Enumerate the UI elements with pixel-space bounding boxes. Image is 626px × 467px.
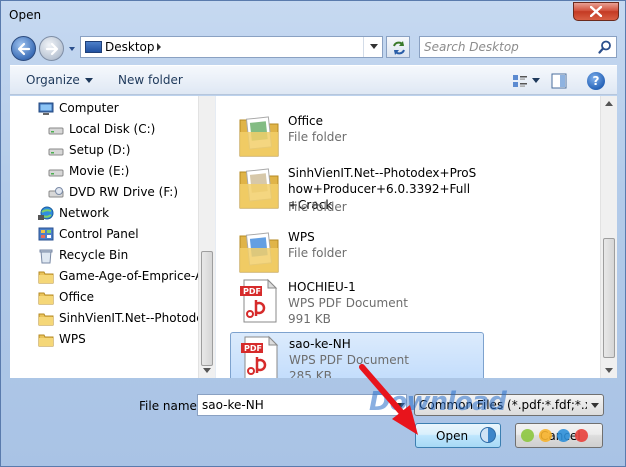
- folder-icon: [38, 311, 54, 327]
- file-name-input[interactable]: [197, 394, 407, 416]
- refresh-icon: [393, 41, 405, 55]
- window-title: Open: [9, 8, 42, 22]
- file-type: File folder: [288, 246, 347, 260]
- forward-arrow-icon: [45, 42, 59, 56]
- nav-item-label: Office: [59, 290, 95, 304]
- folder-icon: [38, 290, 54, 306]
- nav-item-label: Local Disk (C:): [69, 122, 156, 136]
- nav-item-label: Recycle Bin: [59, 248, 129, 262]
- file-list-item[interactable]: PDF sao-ke-NH WPS PDF Document 285 KB: [230, 332, 484, 378]
- network-icon: [38, 206, 54, 222]
- file-list-scrollbar[interactable]: [600, 96, 617, 378]
- navigation-pane-scrollbar[interactable]: [198, 96, 215, 378]
- back-button[interactable]: [11, 36, 36, 61]
- change-view-icon[interactable]: [512, 73, 528, 89]
- dvd-drive-icon: [48, 185, 64, 201]
- title-bar: Open: [1, 1, 625, 31]
- file-size: 991 KB: [288, 312, 331, 326]
- svg-text:PDF: PDF: [243, 287, 261, 296]
- preview-pane-icon[interactable]: [551, 73, 567, 89]
- navigation-pane: Computer Local Disk (C:) Setup (D:) Movie (…: [10, 96, 215, 378]
- address-dropdown-button[interactable]: [363, 37, 383, 57]
- file-name-label: File name:: [139, 399, 201, 413]
- drive-icon: [48, 143, 64, 159]
- control-panel-icon: [38, 227, 54, 243]
- new-folder-button[interactable]: New folder: [118, 73, 183, 87]
- folder-icon: [238, 112, 282, 158]
- open-button[interactable]: Open: [415, 423, 501, 448]
- close-icon: [590, 6, 602, 17]
- file-list-item[interactable]: WPS File folder: [230, 226, 484, 278]
- breadcrumb-chevron-icon[interactable]: [155, 42, 163, 52]
- folder-icon: [238, 164, 282, 210]
- file-list: Office File folder SinhVienIT.Net--Photode…: [215, 96, 600, 378]
- nav-item-label: Movie (E:): [69, 164, 130, 178]
- file-type: WPS PDF Document: [288, 296, 408, 310]
- folder-icon: [38, 332, 54, 348]
- nav-item-label: Setup (D:): [69, 143, 131, 157]
- file-type: WPS PDF Document: [289, 353, 409, 367]
- recent-pages-chevron-icon[interactable]: [67, 44, 77, 54]
- computer-icon: [38, 101, 54, 117]
- organize-button[interactable]: Organize: [26, 73, 93, 87]
- folder-icon: [238, 228, 282, 274]
- chevron-down-icon: [591, 403, 599, 408]
- address-location[interactable]: Desktop: [105, 40, 155, 54]
- nav-item-label: WPS: [59, 332, 86, 346]
- organize-label: Organize: [26, 73, 80, 87]
- search-box[interactable]: [419, 36, 617, 58]
- scroll-down-arrow-icon[interactable]: [605, 368, 613, 374]
- close-button[interactable]: [573, 2, 619, 21]
- refresh-button[interactable]: [386, 36, 410, 58]
- file-size: 285 KB: [289, 369, 332, 378]
- scrollbar-thumb[interactable]: [603, 238, 615, 358]
- desktop-icon: [85, 41, 102, 53]
- open-options-split-icon[interactable]: [480, 427, 496, 443]
- file-type-filter-value: Common Files (*.pdf;*.fdf;*.xfdf: [419, 398, 587, 412]
- scroll-up-arrow-icon[interactable]: [605, 100, 613, 106]
- open-button-label: Open: [436, 429, 469, 443]
- file-name: WPS: [288, 230, 315, 244]
- drive-icon: [48, 164, 64, 180]
- address-bar[interactable]: Desktop: [80, 36, 383, 58]
- scroll-down-arrow-icon[interactable]: [203, 368, 211, 374]
- file-name: sao-ke-NH: [289, 337, 351, 351]
- file-list-item[interactable]: Office File folder: [230, 110, 484, 162]
- pdf-icon: PDF: [238, 278, 282, 324]
- search-input[interactable]: [424, 39, 594, 55]
- nav-item-label: Computer: [59, 101, 119, 115]
- nav-item-label: Game-Age-of-Emprice-Ac: [59, 269, 210, 283]
- forward-button[interactable]: [39, 36, 64, 61]
- file-type: File folder: [288, 130, 347, 144]
- pdf-icon: PDF: [239, 335, 283, 378]
- open-dialog: Open Desktop Search Desktop Organize New…: [0, 0, 626, 467]
- file-list-item[interactable]: SinhVienIT.Net--Photodex+ProShow+Produce…: [230, 162, 484, 224]
- file-list-item[interactable]: PDF HOCHIEU-1 WPS PDF Document 991 KB: [230, 276, 484, 328]
- file-type-filter-select[interactable]: Common Files (*.pdf;*.fdf;*.xfdf: [414, 394, 604, 416]
- help-button[interactable]: ?: [587, 72, 605, 90]
- command-bar: Organize New folder ?: [10, 65, 617, 95]
- nav-item-label: Control Panel: [59, 227, 139, 241]
- view-options-chevron-icon[interactable]: [532, 78, 540, 83]
- chevron-down-icon: [84, 78, 93, 83]
- back-arrow-icon: [17, 42, 31, 56]
- chevron-down-icon: [370, 44, 378, 49]
- search-icon[interactable]: [598, 40, 612, 54]
- watermark-dots-icon: [521, 429, 605, 443]
- file-name: HOCHIEU-1: [288, 280, 356, 294]
- recycle-bin-icon: [38, 248, 54, 264]
- folder-icon: [38, 269, 54, 285]
- drive-icon: [48, 122, 64, 138]
- svg-text:PDF: PDF: [244, 344, 262, 353]
- nav-item-label: DVD RW Drive (F:): [69, 185, 179, 199]
- nav-item-label: SinhVienIT.Net--Photodex: [59, 311, 211, 325]
- file-type: File folder: [288, 200, 347, 214]
- nav-item-label: Network: [59, 206, 110, 220]
- file-name-dropdown-chevron-icon[interactable]: [396, 395, 406, 415]
- scrollbar-thumb[interactable]: [201, 251, 213, 366]
- file-name: Office: [288, 114, 324, 128]
